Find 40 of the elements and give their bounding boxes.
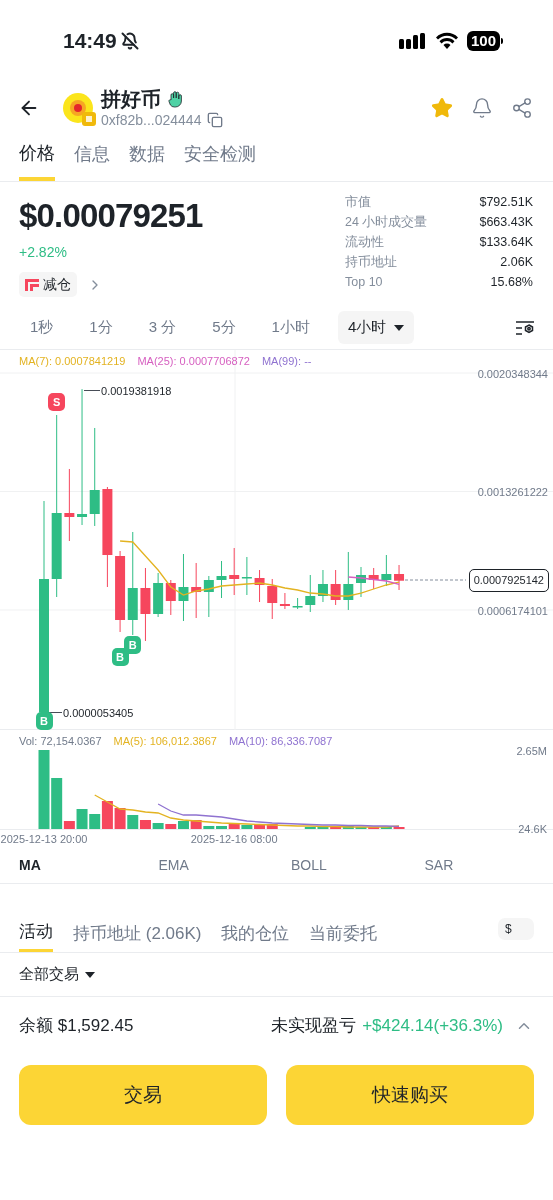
ma-legend-label: MA(7): 0.0007841219 bbox=[19, 354, 126, 369]
status-time: 14:49 bbox=[63, 28, 117, 55]
stat-label: 市值 bbox=[345, 194, 371, 211]
battery-icon: 100 bbox=[466, 31, 503, 51]
buy-marker: B bbox=[111, 648, 129, 666]
token-name: 拼好币 bbox=[101, 87, 161, 111]
volume-legend-label: MA(5): 106,012.3867 bbox=[113, 734, 217, 749]
current-price-label: 0.0007925142 bbox=[468, 569, 549, 592]
ma-legend-label: MA(99): -- bbox=[261, 354, 312, 369]
price-axis-label: 0.0020348344 bbox=[477, 367, 548, 382]
pnl-label: 未实现盈亏 bbox=[271, 1014, 357, 1037]
stat-value: 15.68% bbox=[490, 274, 533, 291]
low-price-label: 0.0000053405 bbox=[63, 706, 134, 722]
ma-legend-label: MA(25): 0.0007706872 bbox=[137, 354, 250, 369]
contract-address: 0xf82b...024444 bbox=[101, 111, 202, 129]
time-axis-label: 2025-12-16 08:00 bbox=[189, 832, 279, 847]
price-value: $0.00079251 bbox=[19, 196, 203, 236]
volume-legend-label: Vol: 72,154.0367 bbox=[19, 734, 102, 749]
stat-value: $133.64K bbox=[479, 234, 533, 251]
stat-label: Top 10 bbox=[345, 274, 383, 291]
stat-value: $663.43K bbox=[479, 214, 533, 231]
volume-axis-label: 24.6K bbox=[518, 822, 547, 838]
time-axis-label: 2025-12-13 20:00 bbox=[0, 832, 89, 847]
stat-value: 2.06K bbox=[500, 254, 533, 271]
volume-axis-label: 2.65M bbox=[516, 744, 547, 759]
volume-legend-label: MA(10): 86,336.7087 bbox=[228, 734, 333, 749]
stat-label: 持币地址 bbox=[345, 254, 397, 271]
pnl-value: +$424.14(+36.3%) bbox=[362, 1014, 503, 1037]
buy-marker: B bbox=[124, 636, 142, 654]
tag-label: 减仓 bbox=[43, 275, 71, 294]
high-price-label: 0.0019381918 bbox=[101, 384, 172, 400]
buy-marker: B bbox=[35, 712, 53, 730]
price-axis-label: 0.0006174101 bbox=[477, 604, 548, 619]
stat-value: $792.51K bbox=[479, 194, 533, 211]
balance-text: 余额 $1,592.45 bbox=[19, 1014, 134, 1037]
stat-label: 流动性 bbox=[345, 234, 384, 251]
price-change: +2.82% bbox=[19, 243, 68, 262]
stat-label: 24 小时成交量 bbox=[345, 214, 428, 231]
price-axis-label: 0.0013261222 bbox=[477, 485, 548, 501]
sell-marker: S bbox=[48, 393, 66, 411]
